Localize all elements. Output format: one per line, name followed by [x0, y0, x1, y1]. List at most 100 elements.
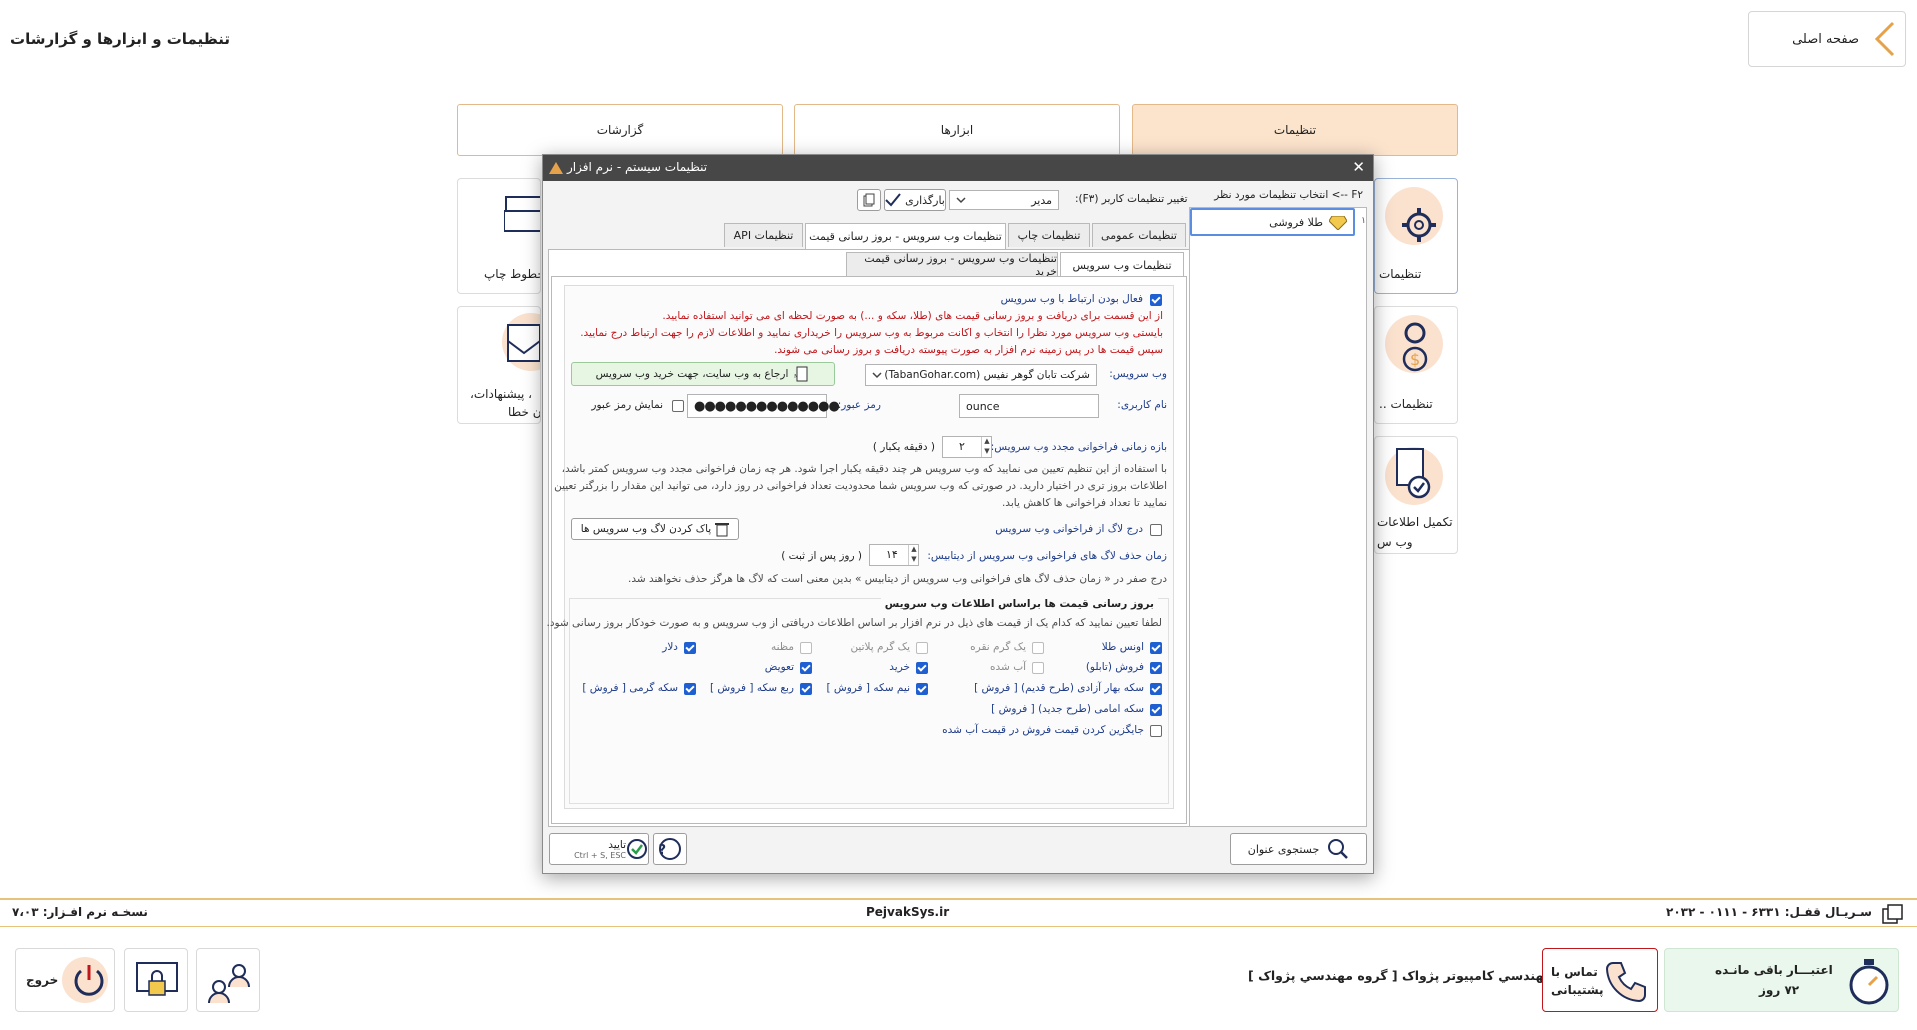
lock-button[interactable] [124, 948, 188, 1012]
interval-stepper[interactable]: ۲ ▲ ▼ [942, 436, 992, 458]
webservice-group: فعال بودن ارتباط با وب سرویس از این قسمت… [546, 285, 1174, 809]
power-icon [74, 965, 104, 996]
option-dollar-checkbox[interactable] [684, 642, 696, 654]
copy-button[interactable] [857, 189, 881, 211]
tab-settings[interactable]: تنظیمات [1132, 104, 1458, 156]
tab-print-settings[interactable]: تنظیمات چاپ [1008, 223, 1090, 247]
option-half-coin-label: نیم سکه [ فروش ] [826, 682, 910, 694]
chevron-up-icon[interactable]: ▲ [908, 545, 919, 555]
option-emami-coin-checkbox[interactable] [1150, 704, 1162, 716]
user-settings-select[interactable]: مدیر [949, 190, 1059, 210]
username-label: نام کاربری: [1117, 399, 1167, 411]
tile-complete-info[interactable]: تکمیل اطلاعات وب س [1374, 436, 1458, 554]
chevron-down-icon [872, 372, 882, 379]
interval-help-3: نمایید تا تعداد فراخوانی ها کاهش یابد. [1001, 497, 1167, 509]
option-buy-checkbox[interactable] [916, 662, 928, 674]
replace-price-checkbox[interactable] [1150, 725, 1162, 737]
log-label: درج لاگ از فراخوانی وب سرویس [995, 523, 1143, 535]
dialog-titlebar[interactable]: تنظیمات سیستم - نرم افزار ✕ [543, 155, 1373, 181]
diamond-icon [1329, 216, 1347, 230]
tile-print-lines-label: خطوط چاپ [484, 267, 541, 281]
username-input[interactable]: ounce [959, 394, 1099, 418]
website-button[interactable]: JSON ارجاع به وب سایت، جهت خرید وب سرویس [571, 362, 835, 386]
option-mazaneh-label: مظنه [770, 641, 794, 653]
list-item-label: طلا فروشی [1269, 216, 1323, 229]
tile-complete-info-label: تکمیل اطلاعات [1377, 515, 1453, 529]
clear-log-button[interactable]: پاک کردن لاگ وب سرویس ها [571, 518, 739, 540]
tile-settings-2-label: تنظیمات .. [1379, 397, 1433, 411]
gear-icon [1402, 208, 1436, 242]
option-melted-checkbox[interactable] [1032, 662, 1044, 674]
option-silver-checkbox[interactable] [1032, 642, 1044, 654]
option-half-coin-checkbox[interactable] [916, 683, 928, 695]
option-gold-ounce-label: اونس طلا [1101, 641, 1144, 653]
chevron-down-icon[interactable]: ▼ [981, 447, 992, 457]
option-mazaneh-checkbox[interactable] [800, 642, 812, 654]
tile-settings[interactable]: تنظیمات [1374, 178, 1458, 294]
tab-tools[interactable]: ابزارها [794, 104, 1120, 156]
search-icon [1328, 839, 1349, 859]
tile-suggestions-label-2: ن خطا [508, 405, 541, 419]
option-gram-coin-label: سکه گرمی [ فروش ] [582, 682, 678, 694]
option-gram-coin-checkbox[interactable] [684, 683, 696, 695]
support-button[interactable]: تماس با پشتیبانی [1542, 948, 1658, 1012]
select-settings-label: F۲ --> انتخاب تنظیمات مورد نظر [1214, 189, 1363, 201]
home-button[interactable]: صفحه اصلی [1748, 11, 1906, 67]
option-quarter-coin-label: ربع سکه [ فروش ] [709, 682, 794, 694]
chevron-up-icon[interactable]: ▲ [981, 437, 992, 447]
tab-reports[interactable]: گزارشات [457, 104, 783, 156]
option-platinum-checkbox[interactable] [916, 642, 928, 654]
subtab-webservice-settings[interactable]: تنظیمات وب سرویس [1060, 252, 1184, 278]
footer-divider-2 [0, 926, 1917, 927]
log-delete-label: زمان حذف لاگ های فراخوانی وب سرویس از دی… [927, 550, 1167, 562]
interval-help-1: با استفاده از این تنظیم تعیین می نمایید … [561, 463, 1167, 475]
page-title: تنظیمات و ابزارها و گزارشات [10, 30, 230, 48]
password-input[interactable]: ●●●●●●●●●●●●●● [687, 394, 840, 418]
option-bahar-coin-checkbox[interactable] [1150, 683, 1162, 695]
service-select[interactable]: شرکت تابان گوهر نفیس (TabanGohar.com) [865, 364, 1097, 386]
option-exchange-checkbox[interactable] [800, 662, 812, 674]
log-delete-help: درج صفر در « زمان حذف لاگ های فراخوانی و… [628, 573, 1167, 585]
copy-serial-icon[interactable] [1882, 904, 1904, 924]
help-icon: ? [658, 838, 681, 860]
info-line-3: سپس قیمت ها در پس زمینه نرم افزار به صور… [774, 344, 1163, 356]
search-title-label: جستجوی عنوان [1247, 842, 1320, 856]
tab-api-settings[interactable]: تنظیمات API [724, 223, 803, 247]
tile-suggestions[interactable]: ، پیشنهادات، ن خطا [457, 306, 541, 424]
subtab-buy-price-update[interactable]: تنظیمات وب سرویس - بروز رسانی قیمت خرید [846, 252, 1058, 278]
interval-help-2: اطلاعات بروز تری در اختیار دارید. در صور… [554, 480, 1167, 492]
list-item[interactable]: طلا فروشی [1190, 208, 1355, 236]
close-icon[interactable]: ✕ [1352, 158, 1365, 176]
load-button[interactable]: بارگذاری [884, 189, 946, 211]
enable-webservice-checkbox[interactable] [1150, 294, 1162, 306]
option-gold-ounce-checkbox[interactable] [1150, 642, 1162, 654]
trash-icon [715, 523, 730, 537]
show-password-checkbox[interactable] [672, 400, 684, 412]
option-exchange-label: تعویض [764, 661, 794, 673]
option-emami-coin-label: سکه امامی (طرح جدید) [ فروش ] [991, 703, 1144, 715]
chevron-down-icon[interactable]: ▼ [908, 555, 919, 565]
chevron-down-icon [956, 197, 966, 204]
tab-webservice-price[interactable]: تنظیمات وب سرویس - بروز رسانی قیمت [805, 223, 1006, 249]
home-label: صفحه اصلی [1792, 31, 1859, 47]
confirm-button[interactable]: تایید Ctrl + S, ESC [549, 833, 649, 865]
option-quarter-coin-checkbox[interactable] [800, 683, 812, 695]
tile-settings-2[interactable]: $ تنظیمات .. [1374, 306, 1458, 424]
log-checkbox[interactable] [1150, 524, 1162, 536]
help-button[interactable]: ? [653, 833, 687, 865]
credit-label-2: ۷۲ روز [1759, 983, 1800, 997]
tab-general-settings[interactable]: تنظیمات عمومی [1092, 223, 1186, 247]
option-silver-label: یک گرم نقره [970, 641, 1026, 653]
switch-user-button[interactable] [196, 948, 260, 1012]
search-title-button[interactable]: جستجوی عنوان [1230, 833, 1367, 865]
option-board-sale-checkbox[interactable] [1150, 662, 1162, 674]
interval-label: بازه زمانی فراخوانی مجدد وب سرویس: [990, 441, 1167, 453]
show-password-label: نمایش رمز عبور [591, 399, 663, 411]
serial-label: سـریـال قفـل: ۶۳۳۱ - ۰۱۱۱ - ۲۰۳۲ [1666, 905, 1872, 919]
website-label[interactable]: PejvakSys.ir [866, 905, 949, 919]
tile-print-lines[interactable]: خطوط چاپ [457, 178, 541, 294]
svg-text:?: ? [658, 843, 666, 858]
log-delete-stepper[interactable]: ۱۴ ▲ ▼ [869, 544, 919, 566]
clear-log-label: پاک کردن لاگ وب سرویس ها [580, 523, 712, 535]
exit-button[interactable]: خروج [15, 948, 115, 1012]
